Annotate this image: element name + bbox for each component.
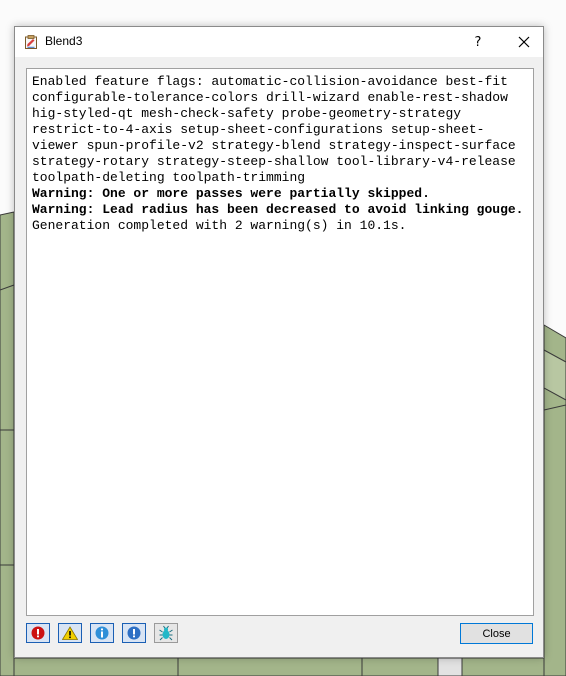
log-output[interactable]: Enabled feature flags: automatic-collisi… — [26, 68, 534, 616]
clipboard-app-icon — [25, 35, 37, 49]
log-warning-line: Warning: Lead radius has been decreased … — [32, 202, 524, 217]
window-title: Blend3 — [45, 34, 83, 48]
window-close-button[interactable] — [505, 27, 543, 57]
log-line: Enabled feature flags: automatic-collisi… — [32, 74, 524, 185]
log-warning-line: Warning: One or more passes were partial… — [32, 186, 430, 201]
help-button[interactable]: ? — [461, 27, 495, 57]
important-filter-button[interactable] — [122, 623, 146, 643]
info-filter-button[interactable] — [90, 623, 114, 643]
debug-filter-button[interactable] — [154, 623, 178, 643]
blend3-dialog: Blend3 ? Enabled feature flags: automati… — [14, 26, 544, 658]
close-icon — [518, 36, 530, 48]
important-icon — [127, 626, 141, 640]
error-icon — [31, 626, 45, 640]
message-filter-bar — [26, 623, 178, 645]
info-icon — [95, 626, 109, 640]
close-button[interactable]: Close — [460, 623, 533, 644]
error-filter-button[interactable] — [26, 623, 50, 643]
warning-filter-button[interactable] — [58, 623, 82, 643]
title-bar[interactable]: Blend3 ? — [15, 27, 543, 57]
warning-icon — [62, 626, 78, 640]
log-line: Generation completed with 2 warning(s) i… — [32, 218, 407, 233]
bug-icon — [159, 625, 173, 641]
